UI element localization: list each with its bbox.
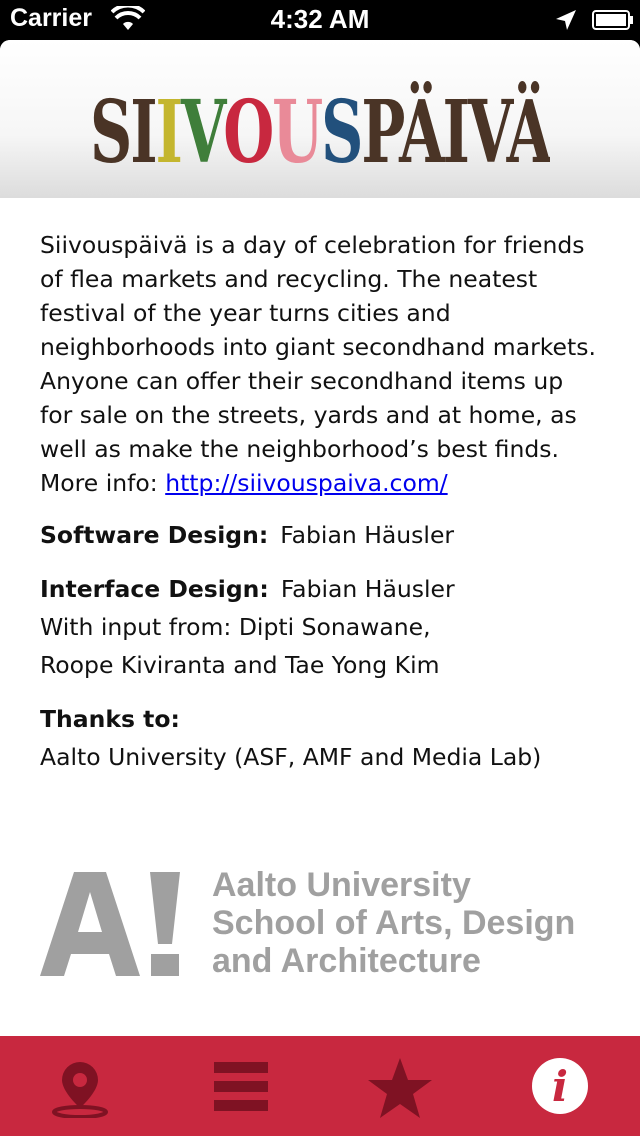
thanks-section: Thanks to: Aalto University (ASF, AMF an… bbox=[40, 700, 600, 776]
more-info-label: More info: bbox=[40, 469, 158, 497]
map-pin-icon bbox=[52, 1062, 108, 1118]
interface-design-label: Interface Design: bbox=[40, 575, 269, 603]
aalto-a-mark-icon bbox=[40, 872, 180, 976]
location-arrow-icon bbox=[556, 10, 576, 30]
info-icon: i bbox=[532, 1058, 588, 1114]
tab-list[interactable] bbox=[160, 1036, 320, 1136]
aalto-line-2: School of Arts, Design bbox=[212, 904, 576, 942]
interface-credit: Interface Design: Fabian Häusler With inp… bbox=[40, 570, 600, 684]
svg-text:i: i bbox=[552, 1062, 568, 1111]
list-icon bbox=[214, 1062, 268, 1111]
app-screen: SIIVOUSPÄIVÄ Siivouspäivä is a day of ce… bbox=[0, 40, 640, 1136]
status-bar: Carrier 4:32 AM bbox=[0, 0, 640, 40]
about-content: Siivouspäivä is a day of celebration for… bbox=[40, 228, 600, 776]
aalto-line-3: and Architecture bbox=[212, 942, 481, 980]
interface-designer-name: Fabian Häusler bbox=[280, 575, 455, 603]
siivouspaiva-logo: SIIVOUSPÄIVÄ bbox=[90, 81, 550, 170]
aalto-line-1: Aalto University bbox=[212, 866, 471, 904]
input-from-line2: Roope Kiviranta and Tae Yong Kim bbox=[40, 651, 440, 679]
software-design-label: Software Design: bbox=[40, 521, 269, 549]
tab-bar: i bbox=[0, 1036, 640, 1136]
thanks-text: Aalto University (ASF, AMF and Media Lab… bbox=[40, 743, 542, 771]
tab-map[interactable] bbox=[0, 1036, 160, 1136]
website-link[interactable]: http://siivouspaiva.com/ bbox=[165, 469, 447, 497]
aalto-university-logo: Aalto University School of Arts, Design … bbox=[40, 866, 610, 990]
input-from-line1: With input from: Dipti Sonawane, bbox=[40, 613, 431, 641]
tab-info[interactable]: i bbox=[480, 1036, 640, 1136]
thanks-label: Thanks to: bbox=[40, 705, 180, 733]
software-credit: Software Design: Fabian Häusler bbox=[40, 516, 600, 554]
software-designer-name: Fabian Häusler bbox=[280, 521, 455, 549]
battery-icon bbox=[592, 10, 633, 30]
clock: 4:32 AM bbox=[270, 4, 370, 34]
tab-favorites[interactable] bbox=[320, 1036, 480, 1136]
header-bar: SIIVOUSPÄIVÄ bbox=[0, 40, 640, 198]
description-text: Siivouspäivä is a day of celebration for… bbox=[40, 231, 596, 463]
star-icon bbox=[368, 1058, 432, 1118]
svg-text:SIIVOUSPÄIVÄ: SIIVOUSPÄIVÄ bbox=[90, 81, 550, 170]
